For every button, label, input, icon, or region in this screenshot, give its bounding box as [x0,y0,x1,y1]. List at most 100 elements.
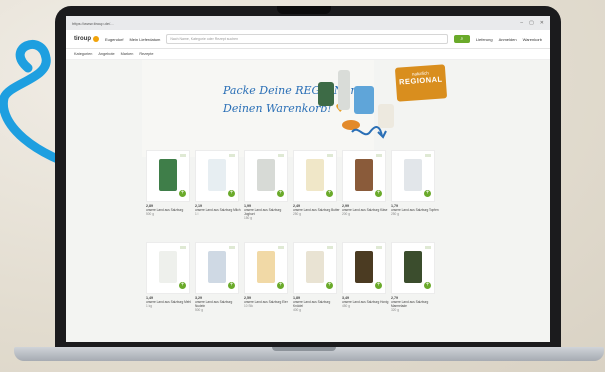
banner-headline-2-text: Deinen Warenkorb! [223,102,332,115]
product-badge [229,154,235,157]
product-image [208,159,226,191]
product-name[interactable]: unsere Land aus Salzburg Marmelade [391,300,439,308]
minimize-icon[interactable]: – [520,20,523,26]
product-name[interactable]: unsere Land aus Salzburg Joghurt [244,208,292,216]
product-image [257,251,275,283]
product-badge [229,246,235,249]
product-badge [425,154,431,157]
product-badge [278,246,284,249]
product-image [257,159,275,191]
product-meta: 1,89 unsere Land aus Salzburg Knödel 400 g [293,296,341,312]
product-card[interactable]: + [293,242,337,294]
squiggle-arrow-icon [351,126,387,139]
add-to-cart-button[interactable]: + [375,190,382,197]
product-image [159,251,177,283]
add-to-cart-button[interactable]: + [424,282,431,289]
banner-product-carton [354,86,374,114]
product-badge [180,246,186,249]
product-quantity: 400 g [293,308,301,312]
address-bar[interactable]: https://www.tiroup.de/... [72,21,520,26]
add-to-cart-button[interactable]: + [326,282,333,289]
banner-product-bottle [338,70,350,110]
product-name[interactable]: unsere Land aus Salzburg Milch [195,208,243,212]
product-meta: 2,79 unsere Land aus Salzburg Marmelade 32… [391,296,439,312]
product-badge [425,246,431,249]
product-quantity: 500 g [195,308,203,312]
product-name[interactable]: unsere Land aus Salzburg Mehl [146,300,194,304]
product-card[interactable]: + [244,150,288,202]
login-link[interactable]: Anmelden [499,37,517,42]
store-link[interactable]: Eugendorf [105,37,123,42]
product-image [355,159,373,191]
nav-item-rezepte[interactable]: Rezepte [139,52,153,56]
search-button[interactable]: ⌕ [453,35,470,43]
category-nav: Kategorien Angebote Marken Rezepte [66,49,550,60]
product-card[interactable]: + [342,242,386,294]
badge-big-text: REGIONAL [398,74,443,87]
promo-banner[interactable]: Packe Deine REGION in Deinen Warenkorb! … [142,60,448,157]
search-icon: ⌕ [460,36,464,42]
product-card[interactable]: + [195,242,239,294]
product-card[interactable]: + [146,242,190,294]
add-to-cart-button[interactable]: + [228,190,235,197]
browser-toolbar: https://www.tiroup.de/... – ▢ ✕ [66,16,550,30]
product-card[interactable]: + [195,150,239,202]
product-image [306,251,324,283]
maximize-icon[interactable]: ▢ [529,20,534,26]
browser-screen: https://www.tiroup.de/... – ▢ ✕ tiroup E… [66,16,550,342]
add-to-cart-button[interactable]: + [326,190,333,197]
product-badge [278,154,284,157]
product-name[interactable]: unsere Land aus Salzburg Nudeln [195,300,243,308]
product-meta: 1,49 unsere Land aus Salzburg Mehl 1 kg [146,296,194,308]
product-badge [376,246,382,249]
add-to-cart-button[interactable]: + [375,282,382,289]
nav-item-angebote[interactable]: Angebote [98,52,114,56]
product-quantity: 250 g [293,212,301,216]
laptop-base-lip [272,347,336,351]
product-image [404,251,422,283]
product-quantity: 450 g [342,304,350,308]
logo-text: tiroup [74,36,91,42]
search-input[interactable]: Nach Name, Kategorie oder Rezept suchen [166,34,448,44]
product-quantity: 1 kg [146,304,153,308]
product-image [306,159,324,191]
product-card[interactable]: + [342,150,386,202]
product-card[interactable]: + [391,150,435,202]
add-to-cart-button[interactable]: + [277,282,284,289]
product-quantity: 200 g [342,212,350,216]
product-meta: 3,29 unsere Land aus Salzburg Nudeln 500 g [195,296,243,312]
product-name[interactable]: unsere Land aus Salzburg Knödel [293,300,341,308]
product-card[interactable]: + [146,150,190,202]
delivery-link[interactable]: Lieferung [476,37,493,42]
add-to-cart-button[interactable]: + [179,190,186,197]
site-logo[interactable]: tiroup [74,36,99,42]
product-meta: 2,49 unsere Land aus Salzburg Butter 250 g [293,204,341,216]
product-image [355,251,373,283]
product-meta: 2,19 unsere Land aus Salzburg Milch 1 l [195,204,243,216]
delivery-date-link[interactable]: Mein Lieferdatum [129,37,160,42]
product-badge [327,154,333,157]
product-meta: 1,99 unsere Land aus Salzburg Joghurt 150 … [244,204,292,220]
product-quantity: 1 l [195,212,199,216]
product-meta: 2,99 unsere Land aus Salzburg Käse 200 g [342,204,390,216]
product-card[interactable]: + [293,150,337,202]
product-card[interactable]: + [244,242,288,294]
product-meta: 2,59 unsere Land aus Salzburg Eier 10 Stk [244,296,292,308]
camera-notch [277,6,331,14]
add-to-cart-button[interactable]: + [179,282,186,289]
product-badge [180,154,186,157]
add-to-cart-button[interactable]: + [228,282,235,289]
regional-badge: naturlich REGIONAL [394,64,448,102]
nav-item-kategorien[interactable]: Kategorien [74,52,92,56]
product-quantity: 250 g [391,212,399,216]
cart-link[interactable]: Warenkorb [523,37,542,42]
nav-item-marken[interactable]: Marken [121,52,134,56]
banner-product-jar [318,82,334,106]
product-meta: 3,49 unsere Land aus Salzburg Honig 450 g [342,296,390,308]
product-quantity: 500 g [146,212,154,216]
add-to-cart-button[interactable]: + [277,190,284,197]
add-to-cart-button[interactable]: + [424,190,431,197]
close-icon[interactable]: ✕ [540,20,544,26]
product-quantity: 320 g [391,308,399,312]
product-card[interactable]: + [391,242,435,294]
